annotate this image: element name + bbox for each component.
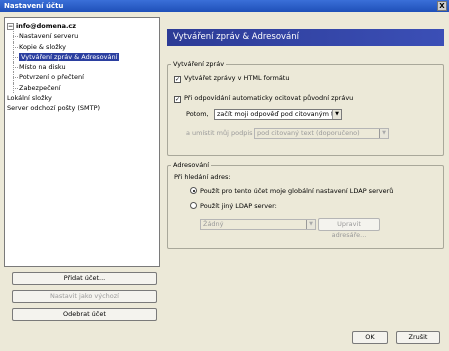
chevron-down-icon: ▼: [379, 129, 388, 138]
tree-item-label: Lokální složky: [7, 94, 52, 103]
tree-item-disk-space[interactable]: Místo na disku: [7, 62, 157, 73]
quote-original-checkbox[interactable]: ✓: [174, 96, 181, 103]
composition-group: Vytváření zpráv ✓ Vytvářet zprávy v HTML …: [167, 60, 444, 156]
close-button[interactable]: X: [437, 1, 447, 11]
ldap-server-value: Žádný: [203, 220, 224, 228]
tree-item-label: Zabezpečení: [19, 83, 61, 92]
quote-original-option[interactable]: ✓ Při odpovídání automaticky ocitovat pův…: [174, 94, 353, 103]
signature-label: a umístit můj podpis: [186, 129, 253, 137]
tree-item-label: Vytváření zpráv & Adresování: [19, 52, 120, 61]
remove-account-button[interactable]: Odebrat účet: [12, 308, 157, 321]
tree-item-security[interactable]: Zabezpečení: [7, 82, 157, 94]
tree-item-label: Server odchozí pošty (SMTP): [7, 104, 101, 113]
address-lookup-label: Při hledání adres:: [174, 173, 231, 181]
panel-title: Vytváření zpráv & Adresování: [167, 29, 444, 46]
tree-item-smtp-server[interactable]: Server odchozí pošty (SMTP): [7, 103, 157, 113]
chevron-down-icon: ▼: [332, 110, 341, 119]
collapse-icon[interactable]: −: [7, 23, 14, 30]
tree-item-label: Místo na disku: [19, 63, 66, 72]
other-ldap-label: Použít jiný LDAP server:: [200, 202, 277, 210]
ldap-server-select[interactable]: Žádný ▼: [200, 219, 316, 230]
global-ldap-radio[interactable]: [190, 187, 197, 194]
global-ldap-option[interactable]: Použít pro tento účet moje globální nast…: [190, 187, 393, 196]
tree-item-label: Potvrzení o přečtení: [19, 73, 84, 82]
chevron-down-icon: ▼: [306, 220, 315, 229]
tree-item-copies-folders[interactable]: Kopie & složky: [7, 41, 157, 53]
signature-position-select[interactable]: pod citovaný text (doporučeno) ▼: [254, 128, 389, 139]
tree-item-composition-addressing[interactable]: Vytváření zpráv & Adresování: [7, 51, 157, 63]
other-ldap-radio[interactable]: [190, 202, 197, 209]
html-format-checkbox[interactable]: ✓: [174, 76, 181, 83]
reply-position-value: začít moji odpověď pod citovaným textem: [217, 110, 342, 118]
account-tree[interactable]: − info@domena.cz Nastavení serveru Kopie …: [4, 17, 160, 267]
other-ldap-option[interactable]: Použít jiný LDAP server:: [190, 202, 277, 211]
add-account-button[interactable]: Přidat účet...: [12, 272, 157, 285]
window-title: Nastavení účtu: [4, 2, 64, 10]
html-format-option[interactable]: ✓ Vytvářet zprávy v HTML formátu: [174, 74, 289, 83]
tree-item-label: Nastavení serveru: [19, 32, 79, 41]
window-title-bar: Nastavení účtu X: [0, 0, 449, 12]
addressing-group: Adresování Při hledání adres: Použít pro…: [167, 161, 444, 249]
set-default-button[interactable]: Nastavit jako výchozí: [12, 290, 157, 303]
edit-directories-button[interactable]: Upravit adresáře...: [318, 218, 380, 239]
addressing-legend: Adresování: [173, 161, 210, 169]
tree-item-server-settings[interactable]: Nastavení serveru: [7, 31, 157, 42]
tree-item-label: info@domena.cz: [16, 22, 77, 30]
signature-position-value: pod citovaný text (doporučeno): [257, 129, 360, 137]
tree-item-local-folders[interactable]: Lokální složky: [7, 93, 157, 103]
reply-position-select[interactable]: začít moji odpověď pod citovaným textem …: [214, 109, 342, 120]
then-label: Potom,: [186, 110, 209, 118]
quote-original-label: Při odpovídání automaticky ocitovat půvo…: [184, 94, 354, 102]
cancel-button[interactable]: Zrušit: [396, 331, 440, 344]
html-format-label: Vytvářet zprávy v HTML formátu: [184, 74, 290, 82]
global-ldap-label: Použít pro tento účet moje globální nast…: [200, 187, 394, 195]
tree-item-account[interactable]: − info@domena.cz: [7, 21, 157, 31]
ok-button[interactable]: OK: [352, 331, 388, 344]
tree-item-return-receipts[interactable]: Potvrzení o přečtení: [7, 72, 157, 84]
composition-legend: Vytváření zpráv: [173, 60, 225, 68]
tree-item-label: Kopie & složky: [19, 42, 67, 51]
